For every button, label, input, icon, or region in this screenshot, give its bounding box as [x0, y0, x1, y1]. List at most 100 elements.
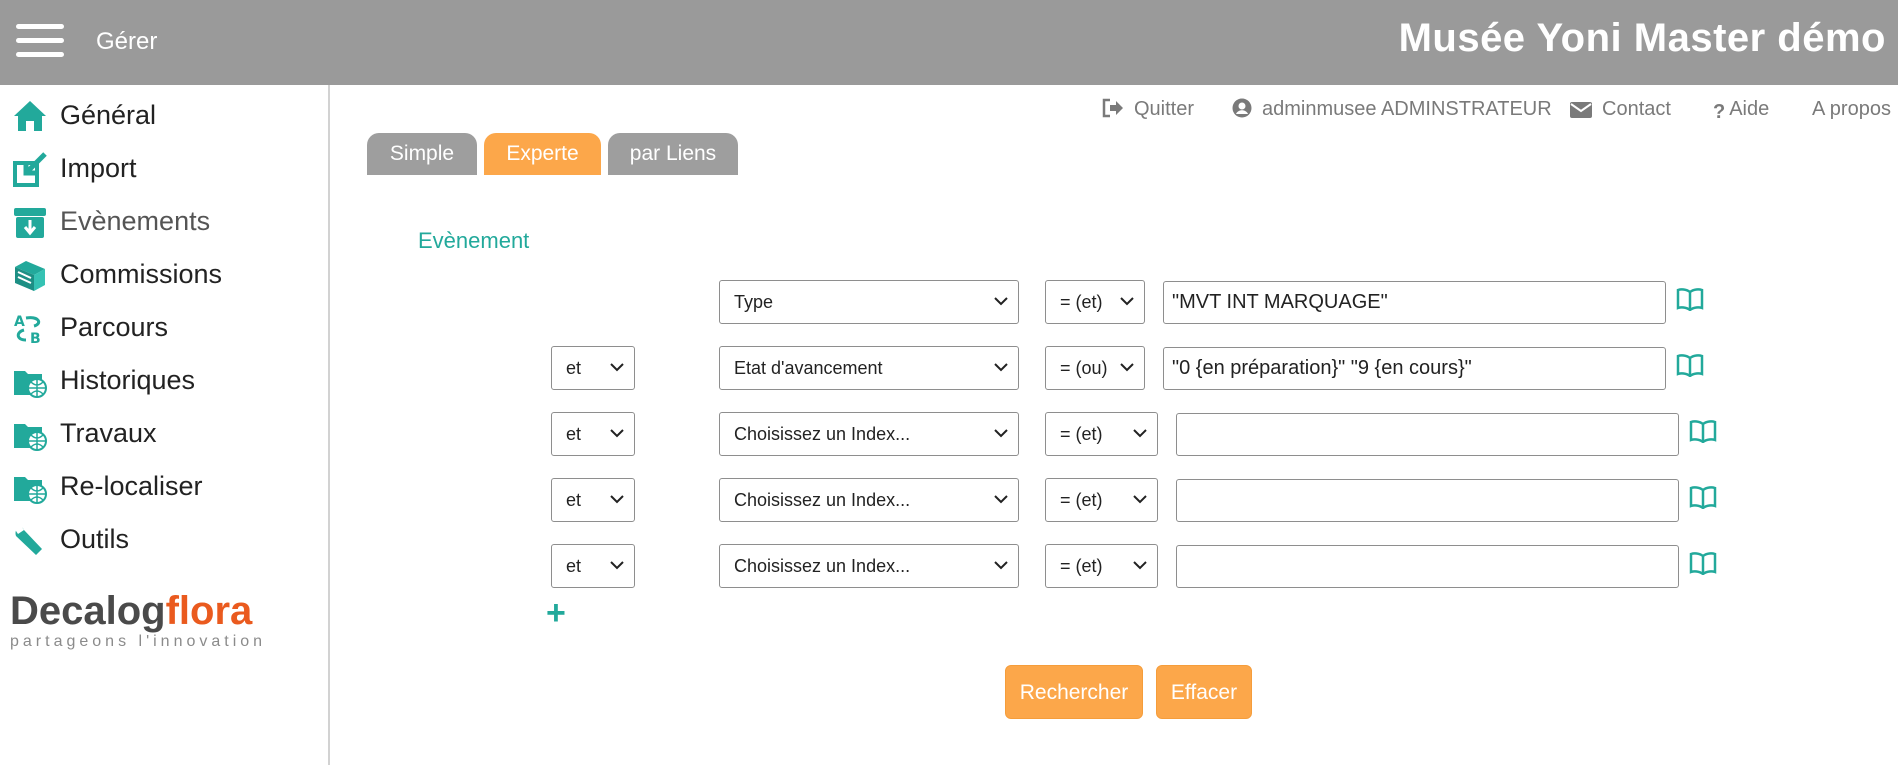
- field-select-value: Etat d'avancement: [734, 358, 883, 378]
- globe-folder-icon: [14, 424, 47, 451]
- book-icon[interactable]: [1689, 551, 1717, 575]
- value-input[interactable]: [1176, 545, 1679, 588]
- event-archive-icon: [14, 208, 46, 238]
- connector-select[interactable]: et: [551, 544, 635, 588]
- tab-par-liens[interactable]: par Liens: [608, 133, 738, 175]
- sidebar-item-label: Travaux: [60, 418, 157, 448]
- chevron-down-icon: [1133, 429, 1147, 438]
- chevron-down-icon: [994, 495, 1008, 504]
- help-link[interactable]: ? Aide: [1713, 98, 1769, 124]
- sidebar-item-travaux[interactable]: Travaux: [0, 410, 328, 454]
- value-input[interactable]: "MVT INT MARQUAGE": [1163, 281, 1666, 324]
- book-icon[interactable]: [1689, 419, 1717, 443]
- connector-select[interactable]: et: [551, 346, 635, 390]
- sidebar-item-label: Re-localiser: [60, 471, 203, 501]
- brand-decalog: Decalog: [10, 589, 166, 633]
- menu-icon[interactable]: [16, 24, 64, 58]
- sidebar-item-label: Parcours: [60, 312, 169, 342]
- sidebar-item-historiques[interactable]: Historiques: [0, 357, 328, 401]
- chevron-down-icon: [610, 561, 624, 570]
- sidebar-item-label: Evènements: [60, 206, 211, 236]
- user-link[interactable]: adminmusee ADMINSTRATEUR: [1232, 98, 1552, 121]
- wrench-icon: [14, 524, 42, 555]
- connector-select-value: et: [566, 490, 582, 510]
- chevron-down-icon: [994, 561, 1008, 570]
- value-input[interactable]: "0 {en préparation}" "9 {en cours}": [1163, 347, 1666, 390]
- field-select[interactable]: Type: [719, 280, 1019, 324]
- sidebar-item-events[interactable]: Evènements: [0, 198, 328, 242]
- chevron-down-icon: [1133, 495, 1147, 504]
- sidebar-item-outils[interactable]: Outils: [0, 516, 328, 560]
- book-icon[interactable]: [1676, 353, 1704, 377]
- connector-select[interactable]: et: [551, 412, 635, 456]
- field-select-value: Choisissez un Index...: [734, 490, 911, 510]
- tab-experte[interactable]: Experte: [484, 133, 601, 175]
- user-circle-icon: [1232, 98, 1252, 118]
- brand-flora: flora: [165, 589, 253, 633]
- svg-text:A: A: [14, 314, 25, 330]
- sidebar-item-import[interactable]: Import: [0, 145, 328, 189]
- book-icon[interactable]: [1689, 485, 1717, 509]
- sidebar-item-relocaliser[interactable]: Re-localiser: [0, 463, 328, 507]
- user-label: adminmusee ADMINSTRATEUR: [1262, 98, 1552, 120]
- book-icon[interactable]: [1676, 287, 1704, 311]
- sidebar-item-parcours[interactable]: A B Parcours: [0, 304, 328, 348]
- sidebar-item-label: Général: [60, 100, 157, 130]
- connector-select-value: et: [566, 424, 582, 444]
- value-input[interactable]: [1176, 479, 1679, 522]
- operator-select[interactable]: = (et): [1045, 280, 1145, 324]
- question-icon: ?: [1713, 101, 1726, 123]
- operator-select-value: = (et): [1060, 292, 1103, 312]
- section-label: Evènement: [418, 228, 530, 253]
- sidebar-item-label: Historiques: [60, 365, 196, 395]
- clear-button[interactable]: Effacer: [1156, 665, 1252, 719]
- contact-link[interactable]: Contact: [1570, 98, 1671, 121]
- globe-folder-icon: [14, 371, 47, 398]
- chevron-down-icon: [1120, 297, 1134, 306]
- add-criterion-button[interactable]: +: [546, 596, 566, 630]
- chevron-down-icon: [610, 363, 624, 372]
- quit-label: Quitter: [1134, 98, 1195, 120]
- chevron-down-icon: [610, 429, 624, 438]
- sidebar-item-general[interactable]: Général: [0, 92, 328, 136]
- field-select[interactable]: Choisissez un Index...: [719, 412, 1019, 456]
- manage-label[interactable]: Gérer: [96, 28, 157, 56]
- chevron-down-icon: [1133, 561, 1147, 570]
- operator-select[interactable]: = (et): [1045, 544, 1158, 588]
- operator-select-value: = (et): [1060, 424, 1103, 444]
- svg-text:B: B: [30, 331, 41, 346]
- chevron-down-icon: [994, 297, 1008, 306]
- tab-simple[interactable]: Simple: [367, 133, 477, 175]
- chevron-down-icon: [610, 495, 624, 504]
- app-title: Musée Yoni Master démo: [1398, 16, 1886, 60]
- field-select-value: Choisissez un Index...: [734, 424, 911, 444]
- field-select-value: Choisissez un Index...: [734, 556, 911, 576]
- quit-link[interactable]: Quitter: [1102, 98, 1194, 121]
- field-select[interactable]: Etat d'avancement: [719, 346, 1019, 390]
- field-select[interactable]: Choisissez un Index...: [719, 478, 1019, 522]
- field-select-value: Type: [734, 292, 774, 312]
- operator-select-value: = (ou): [1060, 358, 1108, 378]
- decalog-flora-logo: Decalogflora partageons l'innovation: [10, 590, 300, 656]
- operator-select[interactable]: = (ou): [1045, 346, 1145, 390]
- brand-tagline: partageons l'innovation: [10, 633, 267, 650]
- envelope-icon: [1570, 102, 1592, 118]
- about-link[interactable]: A propos: [1812, 98, 1891, 121]
- help-label: Aide: [1729, 98, 1770, 120]
- home-icon: [14, 101, 46, 131]
- operator-select[interactable]: = (et): [1045, 478, 1158, 522]
- operator-select[interactable]: = (et): [1045, 412, 1158, 456]
- sidebar-item-label: Commissions: [60, 259, 223, 289]
- chevron-down-icon: [1120, 363, 1134, 372]
- connector-select[interactable]: et: [551, 478, 635, 522]
- chevron-down-icon: [994, 363, 1008, 372]
- sidebar: Général Import Evènements Commissions A …: [0, 85, 330, 765]
- books-icon: [15, 261, 45, 291]
- field-select[interactable]: Choisissez un Index...: [719, 544, 1019, 588]
- operator-select-value: = (et): [1060, 490, 1103, 510]
- sidebar-item-commissions[interactable]: Commissions: [0, 251, 328, 295]
- sign-out-icon: [1102, 98, 1123, 118]
- value-input[interactable]: [1176, 413, 1679, 456]
- sidebar-item-label: Import: [60, 153, 137, 183]
- search-button[interactable]: Rechercher: [1005, 665, 1143, 719]
